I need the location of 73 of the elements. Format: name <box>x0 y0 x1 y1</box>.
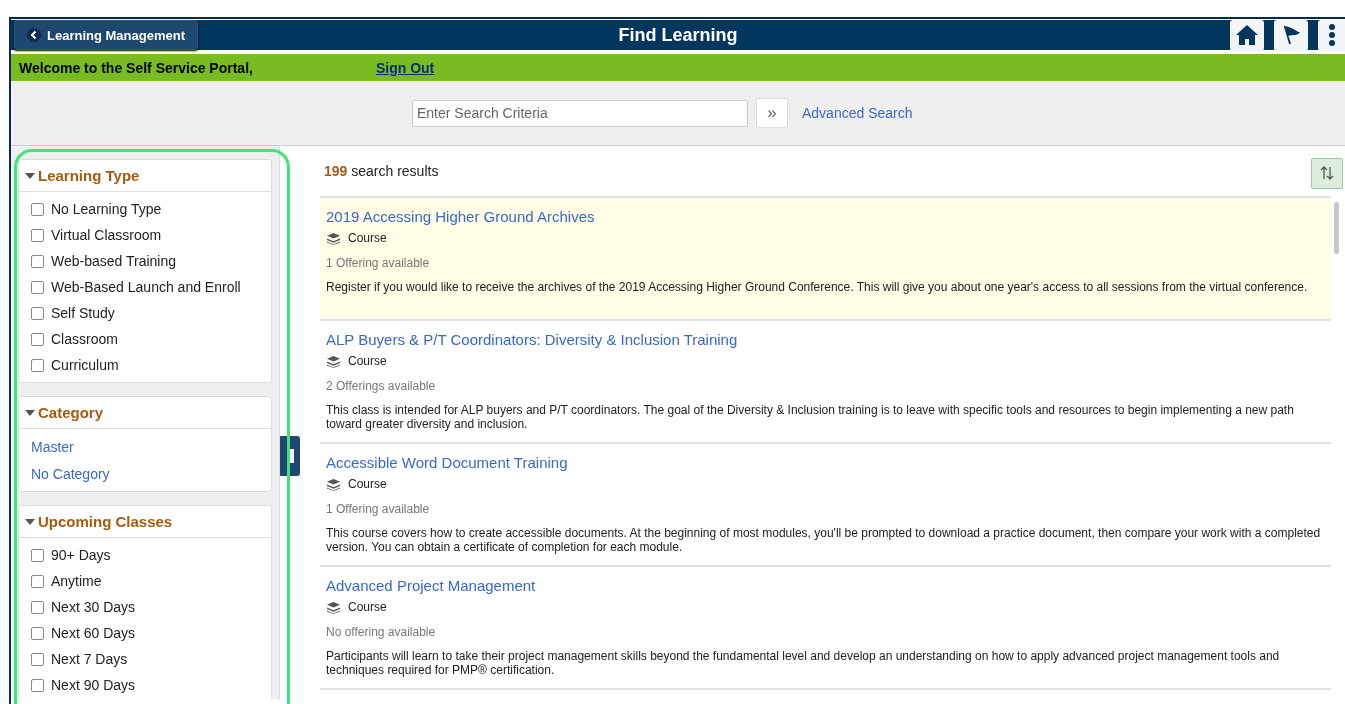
search-button[interactable]: » <box>756 98 788 128</box>
checkbox[interactable] <box>31 600 44 614</box>
home-icon <box>1235 24 1259 46</box>
checkbox-label[interactable]: Next 90 Days <box>51 677 136 693</box>
checkbox[interactable] <box>31 306 44 320</box>
result-type: Course <box>348 231 387 245</box>
category-link[interactable]: Master <box>31 438 74 455</box>
offerings-text: 2 Offerings available <box>326 379 437 393</box>
sort-icon <box>1319 165 1335 181</box>
checkbox[interactable] <box>31 228 44 242</box>
result-item[interactable] <box>320 198 1331 321</box>
checkbox[interactable] <box>31 626 44 640</box>
checkbox[interactable] <box>31 254 44 268</box>
checkbox-label[interactable]: 90+ Days <box>51 547 111 563</box>
checkbox-label[interactable]: Anytime <box>51 573 102 589</box>
more-icon <box>1328 23 1336 47</box>
caret-down-icon <box>25 518 35 525</box>
result-description: This class is intended for ALP buyers and P/T coordinators. The goal of the Diversity & Inclusion training is to leave with specific tools and resources to begin implementing a new path toward greater diversity and inclusion. <box>326 403 1295 431</box>
more-button[interactable] <box>1318 19 1345 51</box>
filter-header[interactable]: Upcoming Classes <box>19 506 271 538</box>
result-description: Register if you would like to receive the archives of the 2019 Accessing Higher Ground Conference. This will give you about one year's access to all sessions from the virtual conference. <box>326 280 1309 294</box>
result-type: Course <box>348 477 387 491</box>
books-icon <box>326 477 341 491</box>
books-icon <box>326 354 341 368</box>
checkbox-label[interactable]: No Learning Type <box>51 201 162 217</box>
checkbox[interactable] <box>31 548 44 562</box>
checkbox[interactable] <box>31 652 44 666</box>
checkbox-label[interactable]: Curriculum <box>51 357 119 373</box>
result-description: Participants will learn to take their project management skills beyond the fundamental level and develop an understanding on how to apply advanced project management tools and techniques required for PMP® certification. <box>326 649 1281 677</box>
result-type: Course <box>348 600 387 614</box>
search-field[interactable]: Enter Search Criteria <box>412 99 748 127</box>
checkbox-label[interactable]: Self Study <box>51 305 115 321</box>
checkbox[interactable] <box>31 678 44 692</box>
flag-button[interactable] <box>1274 19 1308 51</box>
advanced-search-link[interactable]: Advanced Search <box>802 105 913 121</box>
result-type: Course <box>348 354 387 368</box>
result-title-link[interactable]: Advanced Project Management <box>326 577 536 594</box>
back-button[interactable]: Learning Management <box>14 20 198 50</box>
welcome-text: Welcome to the Self Service Portal, <box>19 59 253 76</box>
books-icon <box>326 600 341 614</box>
caret-down-icon <box>25 409 35 416</box>
offerings-text: 1 Offering available <box>326 256 431 270</box>
offerings-text: No offering available <box>326 625 437 639</box>
checkbox[interactable] <box>31 202 44 216</box>
results-count: 199 search results <box>324 163 439 179</box>
scrollbar-thumb[interactable] <box>1334 202 1339 254</box>
category-link[interactable]: No Category <box>31 465 110 482</box>
sort-button[interactable] <box>1311 157 1343 189</box>
checkbox[interactable] <box>31 332 44 346</box>
chevron-left-icon <box>27 28 41 42</box>
home-button[interactable] <box>1230 19 1264 51</box>
result-description: This course covers how to create accessible documents. At the beginning of most modules, you'll be prompted to download a practice document, then compare your work with a completed version. You can obtain a certificate of completion for each module. <box>326 526 1321 554</box>
filter-header[interactable]: Learning Type <box>19 160 271 192</box>
checkbox-label[interactable]: Virtual Classroom <box>51 227 162 243</box>
result-title-link[interactable]: 2019 Accessing Higher Ground Archives <box>326 208 595 225</box>
books-icon <box>326 231 341 245</box>
checkbox-label[interactable]: Next 30 Days <box>51 599 136 615</box>
caret-down-icon <box>25 172 35 179</box>
checkbox[interactable] <box>31 280 44 294</box>
offerings-text: 1 Offering available <box>326 502 431 516</box>
checkbox-label[interactable]: Classroom <box>51 331 118 347</box>
checkbox[interactable] <box>31 574 44 588</box>
checkbox-label[interactable]: Web-based Training <box>51 253 177 269</box>
filter-header[interactable]: Category <box>19 397 271 429</box>
collapse-handle[interactable] <box>280 436 300 476</box>
checkbox[interactable] <box>31 358 44 372</box>
result-title-link[interactable]: Accessible Word Document Training <box>326 454 568 471</box>
checkbox-label[interactable]: Next 7 Days <box>51 651 128 667</box>
checkbox-label[interactable]: Next 60 Days <box>51 625 136 641</box>
sign-out-link[interactable]: Sign Out <box>375 59 435 76</box>
result-title-link[interactable]: ALP Buyers & P/T Coordinators: Diversity & Inclusion Training <box>326 331 738 348</box>
checkbox-label[interactable]: Web-Based Launch and Enroll <box>51 279 241 295</box>
page-title: Find Learning <box>618 24 738 46</box>
